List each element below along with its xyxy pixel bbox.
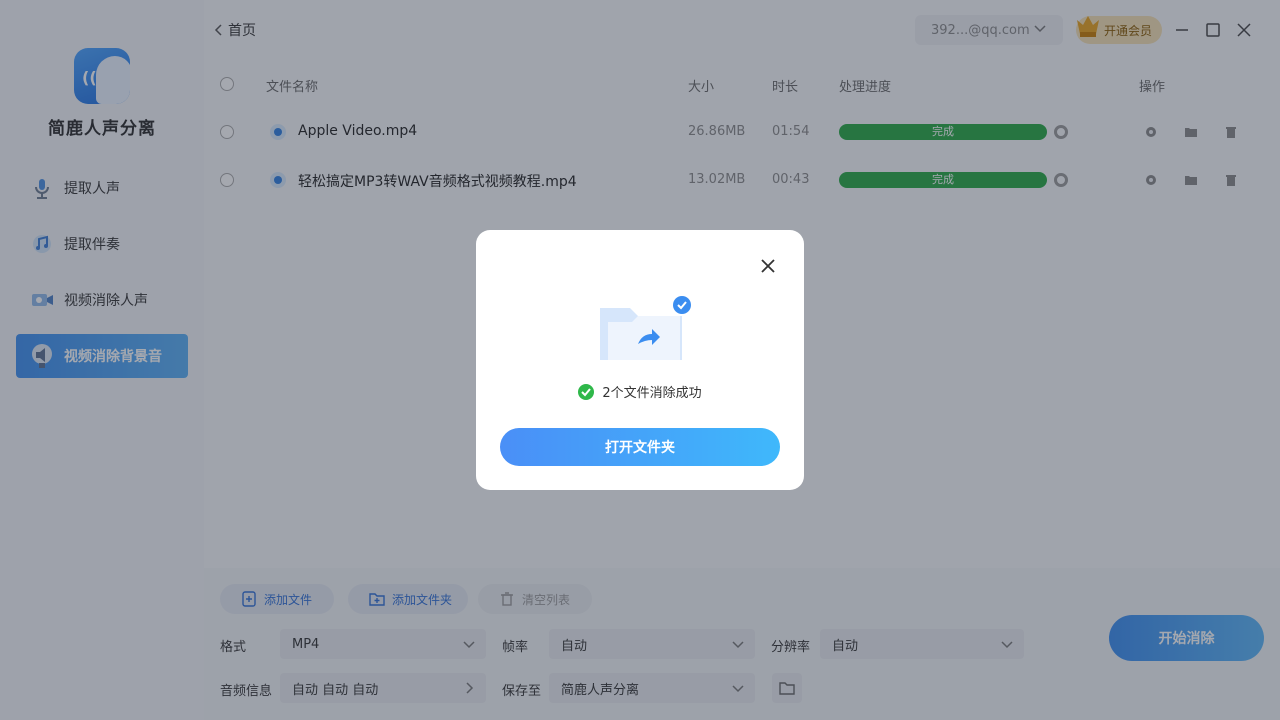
success-text: 2个文件消除成功 bbox=[602, 386, 702, 401]
success-check-icon bbox=[578, 383, 595, 400]
close-icon[interactable] bbox=[760, 258, 776, 274]
open-folder-dialog-button[interactable]: 打开文件夹 bbox=[500, 428, 780, 466]
folder-success-illustration bbox=[600, 296, 691, 360]
success-message: 2个文件消除成功 bbox=[476, 382, 804, 401]
success-dialog: 2个文件消除成功 打开文件夹 bbox=[476, 230, 804, 490]
